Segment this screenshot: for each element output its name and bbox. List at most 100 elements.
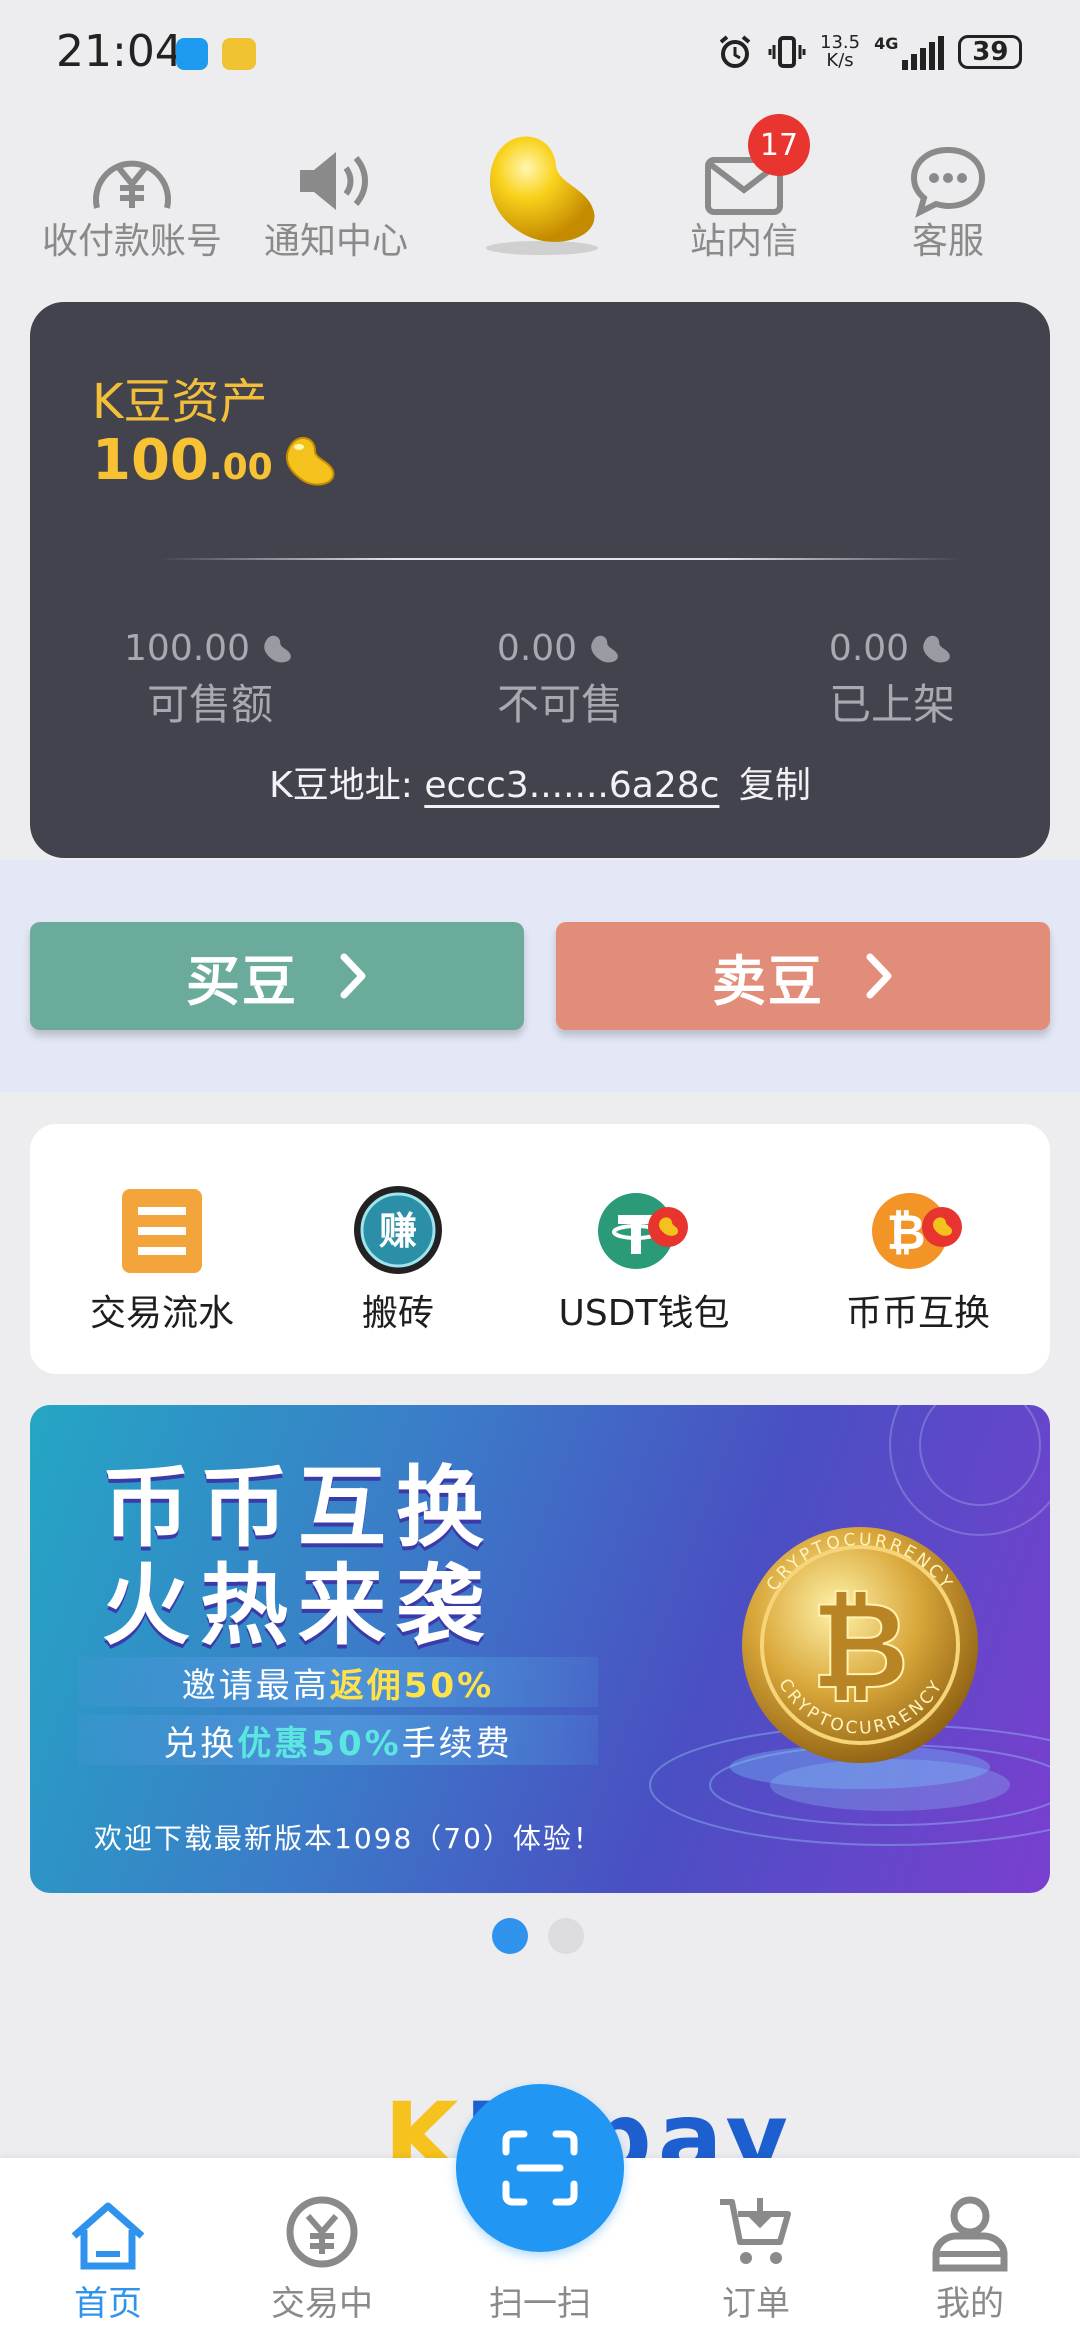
banner-rebate-line: 邀请最高 返佣50% [78, 1657, 598, 1707]
asset-amount: 100.00 [92, 428, 341, 493]
stat-listed: 0.00 已上架 [762, 628, 1022, 732]
sell-label: 卖豆 [712, 949, 824, 1013]
quick-earn[interactable]: 赚 搬砖 [278, 1180, 518, 1336]
banner-headline-line2: 火热来袭 [102, 1554, 495, 1657]
rebate-prefix: 邀请最高 [181, 1665, 330, 1706]
asset-title: K豆资产 [92, 374, 268, 430]
amount-integer: 100 [92, 428, 209, 493]
discount-suffix: 手续费 [401, 1723, 513, 1764]
stat-sellable: 100.00 可售额 [80, 628, 340, 732]
gray-bean-icon [923, 635, 950, 662]
card-divider [160, 558, 960, 560]
quick-label: 币币互换 [845, 1293, 990, 1334]
bean-address[interactable]: eccc3.......6a28c [424, 765, 719, 806]
chevron-right-icon [866, 953, 892, 999]
profile-icon [932, 2196, 1008, 2272]
stat-unsellable: 0.00 不可售 [430, 628, 690, 732]
quick-label: 搬砖 [361, 1293, 434, 1334]
nav-scan[interactable]: 扫一扫 [440, 2188, 640, 2325]
stat-label: 不可售 [496, 680, 623, 729]
topnav-inbox[interactable]: 站内信 [644, 128, 844, 264]
nav-profile[interactable]: 我的 [870, 2188, 1070, 2325]
quick-usdt-wallet[interactable]: USDT钱包 [524, 1180, 764, 1336]
messenger-notification-icon [176, 38, 208, 70]
banner-headline-line1: 币币互换 [102, 1456, 495, 1559]
alarm-icon [719, 35, 751, 68]
nav-home[interactable]: 首页 [8, 2188, 208, 2325]
coin-swap-icon: ₿ [872, 1193, 962, 1269]
address-row: K豆地址: eccc3.......6a28c 复制 [0, 756, 1080, 808]
pagination-dot-active[interactable] [492, 1918, 528, 1954]
stat-label: 已上架 [828, 680, 955, 729]
topnav-notification-center[interactable]: 通知中心 [236, 128, 436, 264]
nav-label: 订单 [722, 2284, 790, 2324]
buy-beans-button[interactable]: 买豆 [30, 922, 524, 1030]
speed-unit: K/s [826, 50, 854, 71]
chevron-right-icon [340, 953, 366, 999]
buy-label: 买豆 [186, 949, 298, 1013]
signal-bars-icon [902, 34, 945, 70]
amount-decimal: .00 [208, 447, 273, 488]
svg-text:₿: ₿ [886, 1205, 925, 1261]
network-speed: 13.5 K/s [820, 34, 860, 70]
discount-highlight: 优惠50% [237, 1723, 402, 1764]
yen-circle-icon [93, 160, 171, 209]
nav-label: 扫一扫 [489, 2284, 591, 2324]
topnav-label: 客服 [911, 221, 984, 262]
quick-label: 交易流水 [89, 1293, 234, 1334]
banner-footer: 欢迎下载最新版本1098（70）体验！ [94, 1822, 603, 1855]
quick-label: USDT钱包 [558, 1293, 730, 1334]
speaker-icon [300, 152, 368, 210]
nav-label: 首页 [74, 2284, 142, 2324]
svg-text:赚: 赚 [379, 1209, 417, 1253]
app-notification-icon [222, 38, 256, 70]
home-icon [71, 2202, 145, 2270]
unread-badge: 17 [748, 114, 810, 176]
quick-coin-swap[interactable]: ₿ 币币互换 [798, 1180, 1038, 1336]
battery-icon: 39 [958, 35, 1023, 69]
stat-value: 0.00 [496, 628, 578, 669]
chat-bubble-icon [910, 146, 986, 218]
topnav-label: 收付款账号 [41, 221, 222, 262]
topnav-payment-accounts[interactable]: 收付款账号 [32, 128, 232, 264]
usdt-wallet-icon [598, 1193, 688, 1269]
discount-prefix: 兑换 [163, 1723, 238, 1764]
quick-transaction-ledger[interactable]: 交易流水 [42, 1180, 282, 1336]
status-bar: 21:04 13.5 K/s 4G 39 [0, 0, 1080, 110]
promo-banner[interactable]: 币币互换 火热来袭 邀请最高 返佣50% 兑换 优惠50% 手续费 欢迎下载最新版本1… [30, 1405, 1050, 1893]
nav-orders[interactable]: 订单 [656, 2188, 856, 2325]
golden-bean-logo [470, 128, 610, 258]
cellular-signal: 4G [874, 34, 945, 70]
vibrate-icon [768, 36, 806, 68]
network-type: 4G [874, 34, 899, 53]
gray-bean-icon [264, 635, 291, 662]
pagination-dot[interactable] [548, 1918, 584, 1954]
sell-beans-button[interactable]: 卖豆 [556, 922, 1050, 1030]
gold-bean-icon [285, 436, 334, 486]
cart-icon [720, 2198, 791, 2264]
ledger-icon [122, 1189, 202, 1273]
gray-bean-icon [591, 635, 618, 662]
banner-pagination [492, 1918, 584, 1954]
trading-icon [286, 2196, 358, 2268]
rebate-highlight: 返佣50% [329, 1665, 495, 1706]
status-time: 21:04 [56, 26, 183, 77]
status-icons: 13.5 K/s 4G 39 [716, 32, 1023, 72]
nav-label: 交易中 [271, 2284, 373, 2324]
banner-headline: 币币互换 火热来袭 [102, 1459, 494, 1655]
battery-level: 39 [972, 37, 1009, 67]
earn-icon: 赚 [354, 1186, 442, 1274]
banner-discount-line: 兑换 优惠50% 手续费 [78, 1715, 598, 1765]
bitcoin-coin-icon: CRYPTOCURRENCY CRYPTOCURRENCY ₿ [690, 1495, 1030, 1799]
topnav-label: 站内信 [689, 221, 798, 262]
topnav-label: 通知中心 [263, 221, 408, 262]
copy-address-button[interactable]: 复制 [739, 765, 811, 806]
stat-value: 100.00 [124, 628, 250, 669]
topnav-customer-service[interactable]: 客服 [848, 128, 1048, 264]
nav-trading[interactable]: 交易中 [222, 2188, 422, 2325]
stat-label: 可售额 [146, 680, 273, 729]
nav-label: 我的 [936, 2284, 1004, 2324]
address-label: K豆地址: [269, 765, 413, 806]
stat-value: 0.00 [828, 628, 910, 669]
svg-text:₿: ₿ [811, 1577, 909, 1716]
